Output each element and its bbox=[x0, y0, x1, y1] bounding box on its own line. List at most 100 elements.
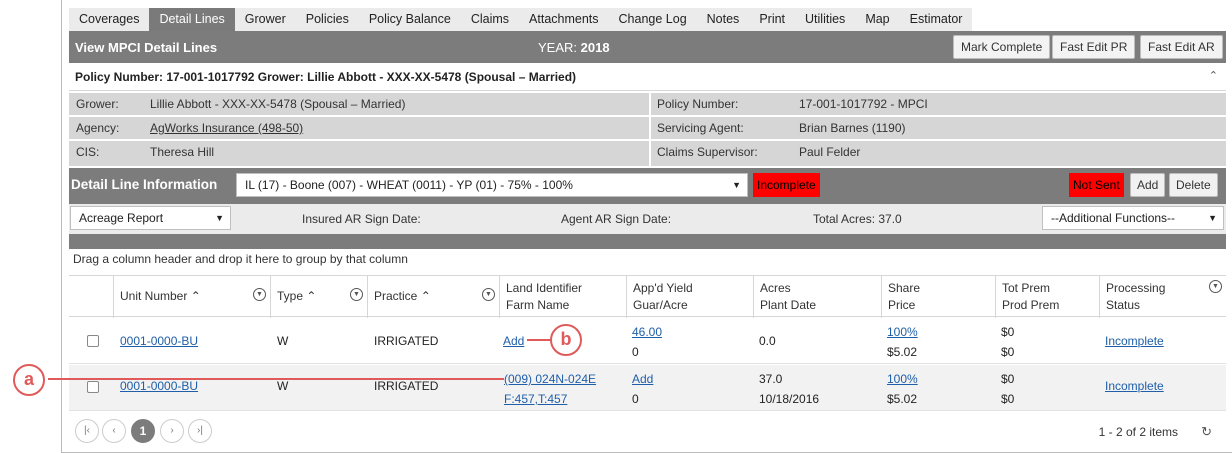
row-checkbox[interactable] bbox=[87, 335, 99, 347]
tab-attachments[interactable]: Attachments bbox=[519, 8, 608, 31]
policy-info-panel: Grower: Lillie Abbott - XXX-XX-5478 (Spo… bbox=[69, 93, 1226, 166]
col-header-processing-status[interactable]: Processing Status ▼ bbox=[1099, 276, 1226, 318]
table-row[interactable]: 0001-0000-BU W IRRIGATED (009) 024N-024E… bbox=[69, 365, 1226, 411]
unit-number-link[interactable]: 0001-0000-BU bbox=[120, 334, 198, 348]
col-header-yield[interactable]: App'd Yield Guar/Acre bbox=[626, 276, 753, 318]
cis-label: CIS: bbox=[76, 145, 100, 159]
chevron-up-icon[interactable]: ⌃ bbox=[1209, 69, 1218, 82]
col-acres-label: Acres bbox=[760, 281, 791, 295]
col-status-label: Status bbox=[1106, 298, 1141, 312]
approved-yield-link[interactable]: 46.00 bbox=[632, 322, 662, 342]
share-link[interactable]: 100% bbox=[887, 369, 918, 389]
guar-acre-value: 0 bbox=[632, 392, 639, 406]
filter-icon[interactable]: ▼ bbox=[1209, 280, 1222, 293]
tab-policy-balance[interactable]: Policy Balance bbox=[359, 8, 461, 31]
col-header-share[interactable]: Share Price bbox=[881, 276, 995, 318]
caret-down-icon: ▼ bbox=[1208, 213, 1217, 223]
policy-number-label: Policy Number: bbox=[657, 97, 739, 111]
unit-number-link[interactable]: 0001-0000-BU bbox=[120, 379, 198, 393]
cis-value: Theresa Hill bbox=[150, 145, 215, 159]
land-add-link[interactable]: Add bbox=[503, 334, 524, 348]
page-header: View MPCI Detail Lines YEAR: 2018 Mark C… bbox=[69, 31, 1226, 63]
prev-page-icon[interactable]: ‹ bbox=[102, 419, 126, 443]
col-header-practice[interactable]: Practice ⌃ ▼ bbox=[367, 276, 499, 318]
grid-header: Unit Number ⌃ ▼ Type ⌃ ▼ Practice ⌃ ▼ La… bbox=[69, 275, 1226, 318]
farm-name-link[interactable]: F:457,T:457 bbox=[504, 389, 596, 409]
additional-functions-select[interactable]: --Additional Functions-- ▼ bbox=[1042, 206, 1224, 230]
col-processing-label: Processing bbox=[1106, 281, 1166, 295]
prod-prem-value: $0 bbox=[1001, 345, 1015, 359]
claims-supervisor-value: Paul Felder bbox=[799, 145, 861, 159]
col-unit-label: Unit Number bbox=[120, 289, 188, 303]
col-header-type[interactable]: Type ⌃ ▼ bbox=[270, 276, 367, 318]
col-header-land-identifier[interactable]: Land Identifier Farm Name bbox=[499, 276, 626, 318]
group-drop-area[interactable]: Drag a column header and drop it here to… bbox=[73, 252, 408, 266]
price-value: $5.02 bbox=[887, 392, 918, 406]
filter-icon[interactable]: ▼ bbox=[253, 288, 266, 301]
col-guar-label: Guar/Acre bbox=[633, 298, 688, 312]
callout-b: b bbox=[550, 324, 582, 356]
type-cell: W bbox=[277, 379, 289, 393]
refresh-icon[interactable]: ↻ bbox=[1201, 424, 1212, 440]
row-checkbox[interactable] bbox=[87, 381, 99, 393]
tab-policies[interactable]: Policies bbox=[296, 8, 359, 31]
share-link[interactable]: 100% bbox=[887, 322, 918, 342]
callout-a: a bbox=[13, 364, 45, 396]
policy-summary-bar[interactable]: Policy Number: 17-001-1017792 Grower: Li… bbox=[69, 63, 1226, 91]
status-link[interactable]: Incomplete bbox=[1105, 334, 1164, 348]
insured-sign-date-label: Insured AR Sign Date: bbox=[302, 212, 421, 226]
detail-line-select[interactable]: IL (17) - Boone (007) - WHEAT (0011) - Y… bbox=[236, 173, 748, 197]
col-tot-prem-label: Tot Prem bbox=[1002, 281, 1051, 295]
tab-estimator[interactable]: Estimator bbox=[900, 8, 973, 31]
callout-a-line bbox=[48, 378, 504, 380]
col-header-acres[interactable]: Acres Plant Date bbox=[753, 276, 881, 318]
detail-line-title: Detail Line Information bbox=[71, 177, 218, 192]
tab-coverages[interactable]: Coverages bbox=[69, 8, 149, 31]
servicing-agent-label: Servicing Agent: bbox=[657, 121, 744, 135]
agency-link[interactable]: AgWorks Insurance (498-50) bbox=[150, 117, 303, 139]
grower-value: Lillie Abbott - XXX-XX-5478 (Spousal – M… bbox=[150, 97, 406, 111]
table-row[interactable]: 0001-0000-BU W IRRIGATED Add 46.00 0 0.0… bbox=[69, 318, 1226, 364]
tab-claims[interactable]: Claims bbox=[461, 8, 519, 31]
col-prod-prem-label: Prod Prem bbox=[1002, 298, 1060, 312]
tab-change-log[interactable]: Change Log bbox=[609, 8, 697, 31]
report-type-select[interactable]: Acreage Report ▼ bbox=[70, 206, 231, 230]
delete-button[interactable]: Delete bbox=[1169, 173, 1218, 197]
mark-complete-button[interactable]: Mark Complete bbox=[953, 35, 1051, 59]
price-value: $5.02 bbox=[887, 345, 918, 359]
year-value: 2018 bbox=[580, 40, 610, 55]
approved-yield-add-link[interactable]: Add bbox=[632, 369, 653, 389]
tab-print[interactable]: Print bbox=[749, 8, 795, 31]
grid-top-bar bbox=[69, 242, 1226, 249]
sort-asc-icon: ⌃ bbox=[306, 289, 317, 303]
add-button[interactable]: Add bbox=[1130, 173, 1166, 197]
first-page-icon[interactable]: |‹ bbox=[75, 419, 99, 443]
next-page-icon[interactable]: › bbox=[160, 419, 184, 443]
year-label: YEAR: bbox=[538, 40, 578, 55]
col-header-premium[interactable]: Tot Prem Prod Prem bbox=[995, 276, 1099, 318]
fast-edit-pr-button[interactable]: Fast Edit PR bbox=[1052, 35, 1136, 59]
tab-grower[interactable]: Grower bbox=[235, 8, 296, 31]
last-page-icon[interactable]: ›| bbox=[188, 419, 212, 443]
col-header-unit-number[interactable]: Unit Number ⌃ ▼ bbox=[113, 276, 270, 318]
sort-asc-icon: ⌃ bbox=[190, 289, 201, 303]
report-type-value: Acreage Report bbox=[79, 211, 164, 225]
status-link[interactable]: Incomplete bbox=[1105, 379, 1164, 393]
divider bbox=[649, 93, 651, 166]
tab-detail-lines[interactable]: Detail Lines bbox=[149, 8, 235, 31]
col-type-label: Type bbox=[277, 289, 304, 303]
tot-prem-value: $0 bbox=[1001, 325, 1015, 339]
pager-info: 1 - 2 of 2 items bbox=[1098, 425, 1178, 439]
tab-utilities[interactable]: Utilities bbox=[795, 8, 855, 31]
tab-notes[interactable]: Notes bbox=[697, 8, 750, 31]
claims-supervisor-label: Claims Supervisor: bbox=[657, 145, 758, 159]
tab-map[interactable]: Map bbox=[855, 8, 899, 31]
filter-icon[interactable]: ▼ bbox=[482, 288, 495, 301]
fast-edit-ar-button[interactable]: Fast Edit AR bbox=[1140, 35, 1223, 59]
practice-cell: IRRIGATED bbox=[374, 379, 439, 393]
page-number-button[interactable]: 1 bbox=[131, 419, 155, 443]
filter-icon[interactable]: ▼ bbox=[350, 288, 363, 301]
status-badge: Incomplete bbox=[753, 173, 820, 197]
land-identifier-link[interactable]: (009) 024N-024E bbox=[504, 369, 596, 389]
pager: |‹ ‹ 1 › ›| 1 - 2 of 2 items ↻ bbox=[69, 414, 1226, 448]
